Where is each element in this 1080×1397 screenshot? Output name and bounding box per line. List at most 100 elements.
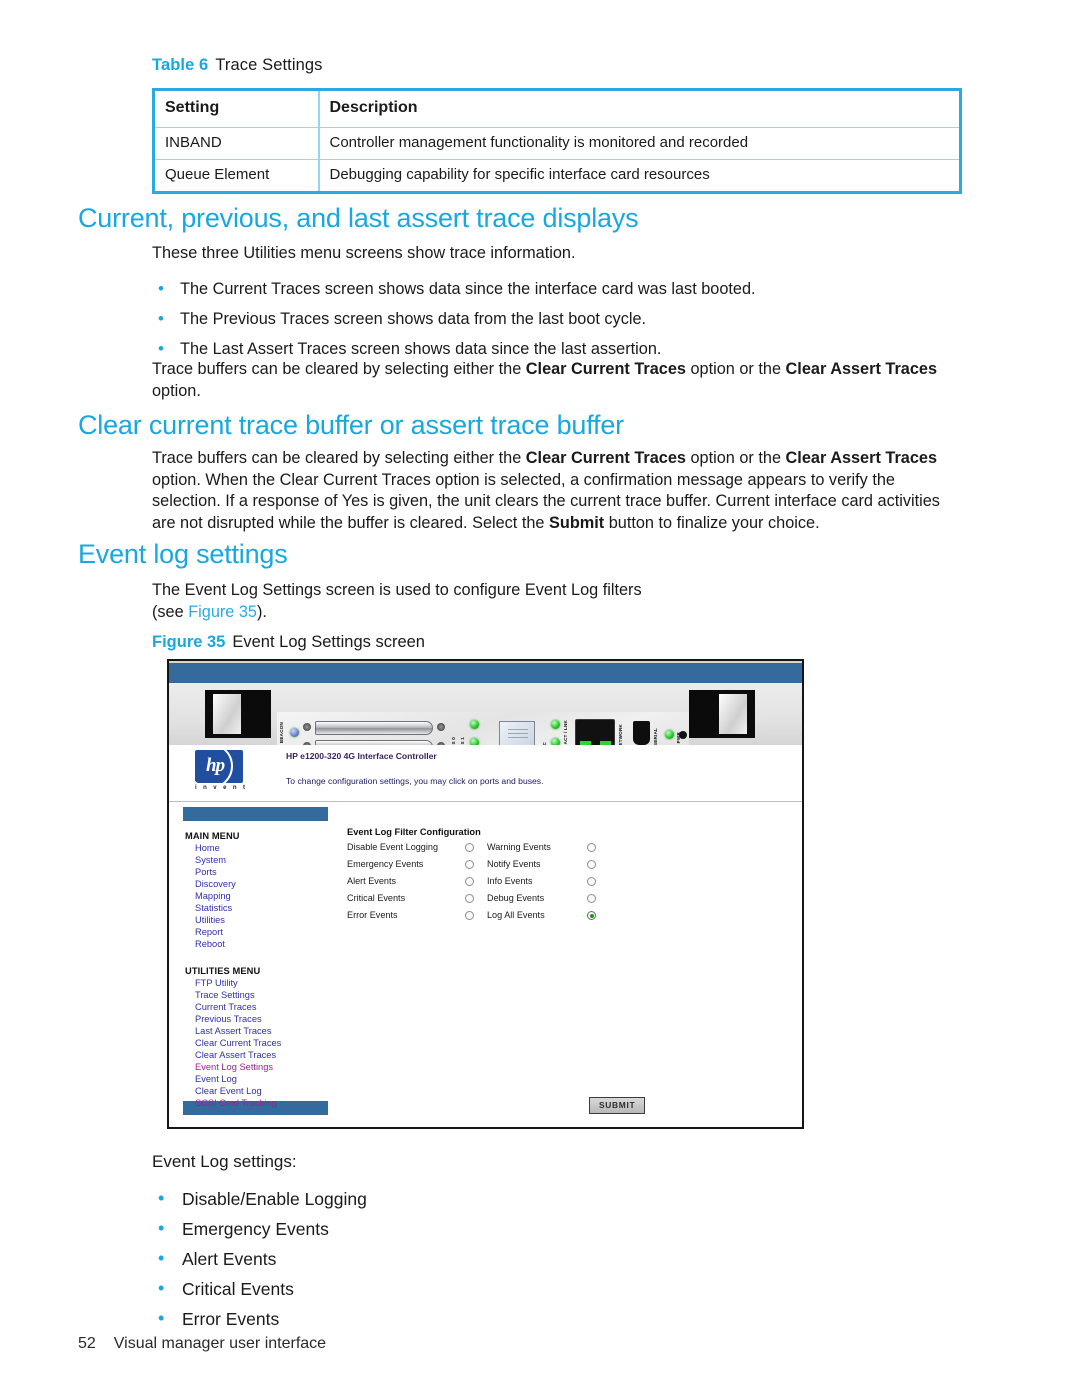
sidebar-item-clear-event-log[interactable]: Clear Event Log bbox=[185, 1086, 281, 1098]
text-see-post: ). bbox=[257, 602, 267, 621]
hp-invent-tagline: i n v e n t bbox=[195, 785, 248, 791]
text-mid: option or the bbox=[685, 360, 786, 378]
table-cell-description: Controller management functionality is m… bbox=[318, 127, 961, 160]
beacon-led-icon bbox=[290, 728, 299, 737]
sidebar-item-report[interactable]: Report bbox=[185, 927, 240, 939]
label-warning-events: Warning Events bbox=[487, 842, 551, 852]
label-emergency-events: Emergency Events bbox=[347, 859, 424, 869]
list-item: Emergency Events bbox=[152, 1217, 852, 1240]
sidebar-item-utilities[interactable]: Utilities bbox=[185, 915, 240, 927]
sidebar-item-trace-settings[interactable]: Trace Settings bbox=[185, 990, 281, 1002]
radio-debug-events[interactable] bbox=[587, 893, 596, 903]
sidebar-item-ports[interactable]: Ports bbox=[185, 867, 240, 879]
lever-icon bbox=[719, 694, 747, 734]
section-clear-buffer-body: Trace buffers can be cleared by selectin… bbox=[152, 448, 960, 535]
page-number: 52 bbox=[78, 1335, 96, 1352]
text-body: option. When the Clear Current Traces op… bbox=[152, 470, 940, 533]
sidebar-item-clear-assert-traces[interactable]: Clear Assert Traces bbox=[185, 1050, 281, 1062]
label-info-events: Info Events bbox=[487, 876, 533, 886]
sidebar-item-event-log[interactable]: Event Log bbox=[185, 1074, 281, 1086]
serial-port[interactable] bbox=[633, 721, 650, 745]
text-post: option. bbox=[152, 381, 201, 400]
paragraph-event-log-intro: The Event Log Settings screen is used to… bbox=[152, 580, 960, 623]
paragraph-trace-buffers-cleared: Trace buffers can be cleared by selectin… bbox=[152, 359, 960, 402]
heading-current-previous-last-assert: Current, previous, and last assert trace… bbox=[78, 203, 639, 233]
event-log-settings-summary: Event Log settings: Disable/Enable Loggi… bbox=[152, 1152, 852, 1338]
radio-error-events[interactable] bbox=[465, 910, 474, 920]
embedded-screenshot-event-log-settings: BEACON SCSI BUS 0 SCSI BUS 1 FC ACT / LN… bbox=[167, 659, 804, 1129]
footer-title: Visual manager user interface bbox=[113, 1335, 327, 1352]
sidebar-item-home[interactable]: Home bbox=[185, 843, 240, 855]
list-item: Disable/Enable Logging bbox=[152, 1187, 852, 1210]
radio-notify-events[interactable] bbox=[587, 859, 596, 869]
table-caption-text: Trace Settings bbox=[215, 56, 323, 74]
sidebar-item-ftp-utility[interactable]: FTP Utility bbox=[185, 978, 281, 990]
trace-settings-table: Setting Description INBAND Controller ma… bbox=[152, 88, 962, 194]
text-pre: Trace buffers can be cleared by selectin… bbox=[152, 449, 526, 467]
utilities-menu-title: UTILITIES MENU bbox=[185, 966, 261, 976]
sidebar-item-previous-traces[interactable]: Previous Traces bbox=[185, 1014, 281, 1026]
sidebar-item-reboot[interactable]: Reboot bbox=[185, 939, 240, 951]
figure-35-link[interactable]: Figure 35 bbox=[188, 603, 257, 621]
text-see-pre: (see bbox=[152, 602, 189, 621]
table-row: INBAND Controller management functionali… bbox=[153, 127, 961, 160]
figure-caption-label: Figure 35 bbox=[152, 633, 226, 651]
list-item: Critical Events bbox=[152, 1277, 852, 1300]
radio-alert-events[interactable] bbox=[465, 876, 474, 886]
filter-options-grid: Disable Event Logging Warning Events Eme… bbox=[347, 842, 597, 920]
screenshot-brand-row: hp i n v e n t HP e1200-320 4G Interface… bbox=[169, 745, 802, 801]
text-pre: Trace buffers can be cleared by selectin… bbox=[152, 360, 526, 378]
power-led-icon bbox=[665, 730, 674, 739]
bold-clear-current-traces: Clear Current Traces bbox=[525, 449, 686, 467]
sidebar-item-mapping[interactable]: Mapping bbox=[185, 891, 240, 903]
card-bracket-right-icon bbox=[689, 690, 755, 738]
bold-clear-assert-traces: Clear Assert Traces bbox=[785, 449, 937, 467]
sidebar-item-event-log-settings[interactable]: Event Log Settings bbox=[185, 1062, 281, 1074]
sidebar-item-statistics[interactable]: Statistics bbox=[185, 903, 240, 915]
table-caption-label: Table 6 bbox=[152, 56, 209, 74]
section-event-log-body: The Event Log Settings screen is used to… bbox=[152, 580, 960, 623]
connector-screw-icon bbox=[303, 723, 311, 731]
label-log-all-events: Log All Events bbox=[487, 910, 545, 920]
section-current-traces-body: These three Utilities menu screens show … bbox=[152, 243, 960, 369]
list-item: Error Events bbox=[152, 1307, 852, 1330]
radio-emergency-events[interactable] bbox=[465, 859, 474, 869]
product-title: HP e1200-320 4G Interface Controller bbox=[286, 751, 437, 761]
table-header-row: Setting Description bbox=[153, 89, 961, 128]
divider bbox=[169, 801, 802, 802]
indicator-dot-icon bbox=[679, 731, 687, 739]
sidebar-item-scsi-cmd-tracking[interactable]: SCSI Cmd Tracking bbox=[185, 1098, 281, 1110]
sidebar-item-last-assert-traces[interactable]: Last Assert Traces bbox=[185, 1026, 281, 1038]
paragraph-intro: These three Utilities menu screens show … bbox=[152, 244, 576, 262]
scsi-bus-0-port[interactable] bbox=[315, 721, 433, 735]
list-item: Alert Events bbox=[152, 1247, 852, 1270]
label-alert-events: Alert Events bbox=[347, 876, 397, 886]
radio-warning-events[interactable] bbox=[587, 842, 596, 852]
table-cell-setting: INBAND bbox=[153, 127, 320, 160]
heading-clear-trace-buffer: Clear current trace buffer or assert tra… bbox=[78, 410, 624, 440]
sidebar-item-clear-current-traces[interactable]: Clear Current Traces bbox=[185, 1038, 281, 1050]
scsi-bus-0-led-icon bbox=[470, 720, 479, 729]
submit-button[interactable]: SUBMIT bbox=[589, 1097, 646, 1114]
radio-log-all-events[interactable] bbox=[587, 910, 596, 920]
radio-disable-event-logging[interactable] bbox=[465, 842, 474, 852]
event-settings-lead: Event Log settings: bbox=[152, 1152, 297, 1171]
radio-critical-events[interactable] bbox=[465, 893, 474, 903]
list-item: The Previous Traces screen shows data fr… bbox=[152, 308, 960, 330]
hp-logo-text: hp bbox=[206, 755, 225, 776]
figure-caption-text: Event Log Settings screen bbox=[232, 633, 425, 651]
main-menu-title: MAIN MENU bbox=[185, 831, 240, 841]
card-bracket-left-icon bbox=[205, 690, 271, 738]
lever-icon bbox=[213, 694, 241, 734]
table-caption: Table 6 Trace Settings bbox=[152, 56, 323, 75]
radio-info-events[interactable] bbox=[587, 876, 596, 886]
panel-title: Event Log Filter Configuration bbox=[347, 827, 481, 837]
sidebar-item-current-traces[interactable]: Current Traces bbox=[185, 1002, 281, 1014]
interface-card-image[interactable]: BEACON SCSI BUS 0 SCSI BUS 1 FC ACT / LN… bbox=[169, 683, 802, 765]
current-traces-bullet-list: The Current Traces screen shows data sin… bbox=[152, 278, 960, 361]
main-menu: MAIN MENU Home System Ports Discovery Ma… bbox=[185, 831, 240, 951]
sidebar-accent-bar-top bbox=[183, 807, 328, 821]
sidebar-item-discovery[interactable]: Discovery bbox=[185, 879, 240, 891]
sidebar-item-system[interactable]: System bbox=[185, 855, 240, 867]
lcd-display-icon bbox=[499, 721, 535, 748]
